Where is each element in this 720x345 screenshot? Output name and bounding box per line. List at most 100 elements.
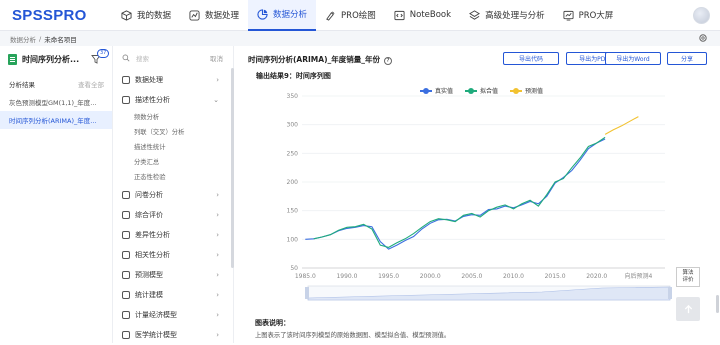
menu-group-icon — [122, 231, 130, 239]
nav-notebook[interactable]: NoteBook — [385, 0, 460, 31]
zoom-handle-left — [305, 287, 309, 299]
page-title: 时间序列分析(ARIMA)_年度销量_年份? — [248, 54, 392, 65]
main-nav: 我的数据 数据处理 数据分析 PRO绘图 NoteBook 高级处理与分析 PR… — [112, 0, 622, 31]
menu-list: 数据处理 › 描述性分析 ⌄ 频数分析 列联（交叉）分析 描述性统计 分类汇总 正态性检验 问卷分… — [113, 70, 233, 345]
menu-group[interactable]: 医学统计模型 › — [113, 325, 233, 345]
menu-group[interactable]: 数据处理 › — [113, 70, 233, 90]
cancel-button[interactable]: 取消 — [210, 53, 223, 63]
chevron-down-icon: ⌄ — [213, 96, 219, 104]
y-tick-label: 350 — [287, 93, 299, 100]
nav-label: 高级处理与分析 — [485, 11, 545, 21]
y-tick-label: 100 — [287, 236, 299, 243]
share-button[interactable]: 分享 — [667, 52, 707, 65]
menu-group[interactable]: 差异性分析 › — [113, 225, 233, 245]
menu-subitem[interactable]: 正态性检验 — [113, 170, 233, 185]
breadcrumb-current: 未命名项目 — [44, 35, 77, 44]
breadcrumb: 数据分析 / 未命名项目 — [0, 31, 720, 46]
scroll-to-top-button[interactable] — [676, 297, 700, 321]
menu-subitem[interactable]: 分类汇总 — [113, 155, 233, 170]
search-bar: 搜索 取消 — [113, 46, 233, 70]
search-input[interactable]: 搜索 — [136, 53, 149, 63]
menu-group-label: 预测模型 — [135, 271, 163, 279]
gear-icon[interactable] — [698, 33, 708, 43]
x-tick-label: 1990.0 — [336, 273, 357, 280]
x-tick-label: 2010.0 — [503, 273, 524, 280]
menu-group-label: 统计建模 — [135, 291, 163, 299]
side-button-line1: 算法 — [682, 270, 694, 276]
menu-group-icon — [122, 331, 130, 339]
menu-scrollbar[interactable] — [231, 68, 234, 268]
avatar[interactable] — [693, 7, 710, 24]
menu-group-icon — [122, 271, 130, 279]
chevron-right-icon: › — [216, 251, 219, 259]
menu-group[interactable]: 描述性分析 ⌄ — [113, 90, 233, 110]
result-item[interactable]: 灰色预测模型GM(1,1)_年度... — [0, 93, 112, 111]
menu-group[interactable]: 问卷分析 › — [113, 185, 233, 205]
layers-icon — [469, 9, 481, 20]
menu-group-icon — [122, 191, 130, 199]
menu-group-label: 数据处理 — [135, 76, 163, 84]
menu-group[interactable]: 相关性分析 › — [113, 245, 233, 265]
zoom-handle-right — [668, 287, 672, 299]
top-bar: SPSSPRO 我的数据 数据处理 数据分析 PRO绘图 NoteBook 高级… — [0, 0, 720, 31]
breadcrumb-root[interactable]: 数据分析 — [10, 34, 36, 44]
code-icon — [394, 10, 405, 20]
menu-subitem[interactable]: 列联（交叉）分析 — [113, 125, 233, 140]
x-tick-label: 2000.0 — [420, 273, 441, 280]
count-badge: 37 — [97, 49, 110, 58]
paint-icon — [326, 11, 335, 21]
nav-advanced[interactable]: 高级处理与分析 — [460, 0, 554, 31]
y-tick-label: 150 — [287, 208, 299, 215]
nav-data-analysis[interactable]: 数据分析 — [248, 0, 317, 31]
side-button-line2: 评价 — [682, 277, 694, 283]
chevron-right-icon: › — [216, 76, 219, 84]
nav-pro-dashboard[interactable]: PRO大屏 — [554, 0, 623, 31]
app-logo[interactable]: SPSSPRO — [12, 7, 112, 24]
nav-pro-plot[interactable]: PRO绘图 — [316, 0, 385, 31]
menu-group-icon — [122, 291, 130, 299]
chart-description-text: 上图表示了该时间序列模型的原始数据图、模型拟合值、模型预测值。 — [255, 332, 451, 339]
main-content: 时间序列分析(ARIMA)_年度销量_年份? 导出代码 导出为PDF 导出为Wo… — [235, 46, 720, 343]
chevron-right-icon: › — [216, 231, 219, 239]
nav-data-process[interactable]: 数据处理 — [180, 0, 248, 31]
export-code-button[interactable]: 导出代码 — [503, 52, 559, 65]
page-scrollbar[interactable] — [716, 295, 719, 313]
chevron-right-icon: › — [216, 311, 219, 319]
menu-group-icon — [122, 311, 130, 319]
menu-group-label: 计量经济模型 — [135, 311, 177, 319]
export-word-button[interactable]: 导出为Word — [605, 52, 661, 65]
nav-label: 我的数据 — [137, 11, 172, 21]
help-icon[interactable]: ? — [384, 57, 392, 65]
menu-subitem[interactable]: 频数分析 — [113, 110, 233, 125]
y-tick-label: 200 — [287, 179, 299, 186]
menu-subitem[interactable]: 描述性统计 — [113, 140, 233, 155]
nav-label: PRO大屏 — [578, 11, 614, 21]
result-item-active[interactable]: 时间序列分析(ARIMA)_年度... — [0, 111, 112, 129]
search-icon — [122, 54, 130, 62]
x-tick-label: 1995.0 — [378, 273, 399, 280]
series-line-0 — [305, 138, 606, 250]
y-tick-label: 300 — [287, 122, 299, 129]
menu-group-label: 问卷分析 — [135, 191, 163, 199]
page-title-text: 时间序列分析(ARIMA)_年度销量_年份 — [248, 55, 380, 64]
menu-group-icon — [122, 251, 130, 259]
y-tick-label: 250 — [287, 150, 299, 157]
project-title[interactable]: 时间序列分析... — [22, 54, 79, 65]
menu-group-label: 综合评价 — [135, 211, 163, 219]
menu-group-icon — [122, 76, 130, 84]
menu-group[interactable]: 统计建模 › — [113, 285, 233, 305]
arrow-up-icon — [684, 304, 692, 313]
menu-group[interactable]: 综合评价 › — [113, 205, 233, 225]
algorithm-evaluation-button[interactable]: 算法 评价 — [676, 267, 700, 287]
chevron-right-icon: › — [216, 191, 219, 199]
menu-group[interactable]: 计量经济模型 › — [113, 305, 233, 325]
nav-my-data[interactable]: 我的数据 — [112, 0, 180, 31]
x-tick-label: 1985.0 — [295, 273, 316, 280]
chevron-right-icon: › — [216, 291, 219, 299]
view-all-link[interactable]: 查看全部 — [78, 79, 104, 89]
nav-label: PRO绘图 — [341, 11, 376, 21]
breadcrumb-separator: / — [39, 34, 42, 43]
chevron-right-icon: › — [216, 271, 219, 279]
cube-icon — [121, 9, 132, 21]
menu-group[interactable]: 预测模型 › — [113, 265, 233, 285]
